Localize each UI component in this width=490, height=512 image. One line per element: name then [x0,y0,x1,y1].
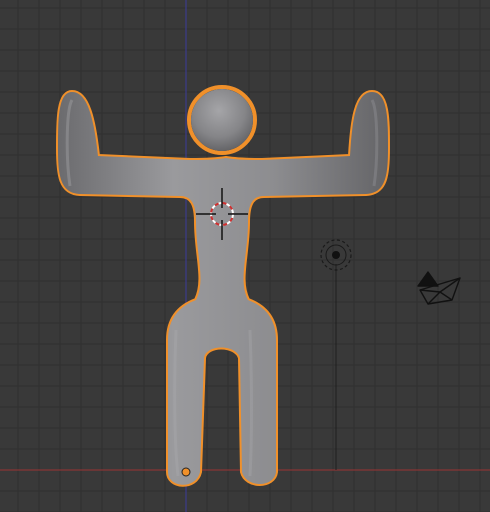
object-origin-dot[interactable] [181,467,191,477]
humanoid-mesh[interactable] [56,85,390,487]
viewport-canvas[interactable] [0,0,490,512]
3d-viewport[interactable] [0,0,490,512]
camera-icon[interactable] [417,271,461,305]
lamp-icon[interactable] [320,239,352,271]
